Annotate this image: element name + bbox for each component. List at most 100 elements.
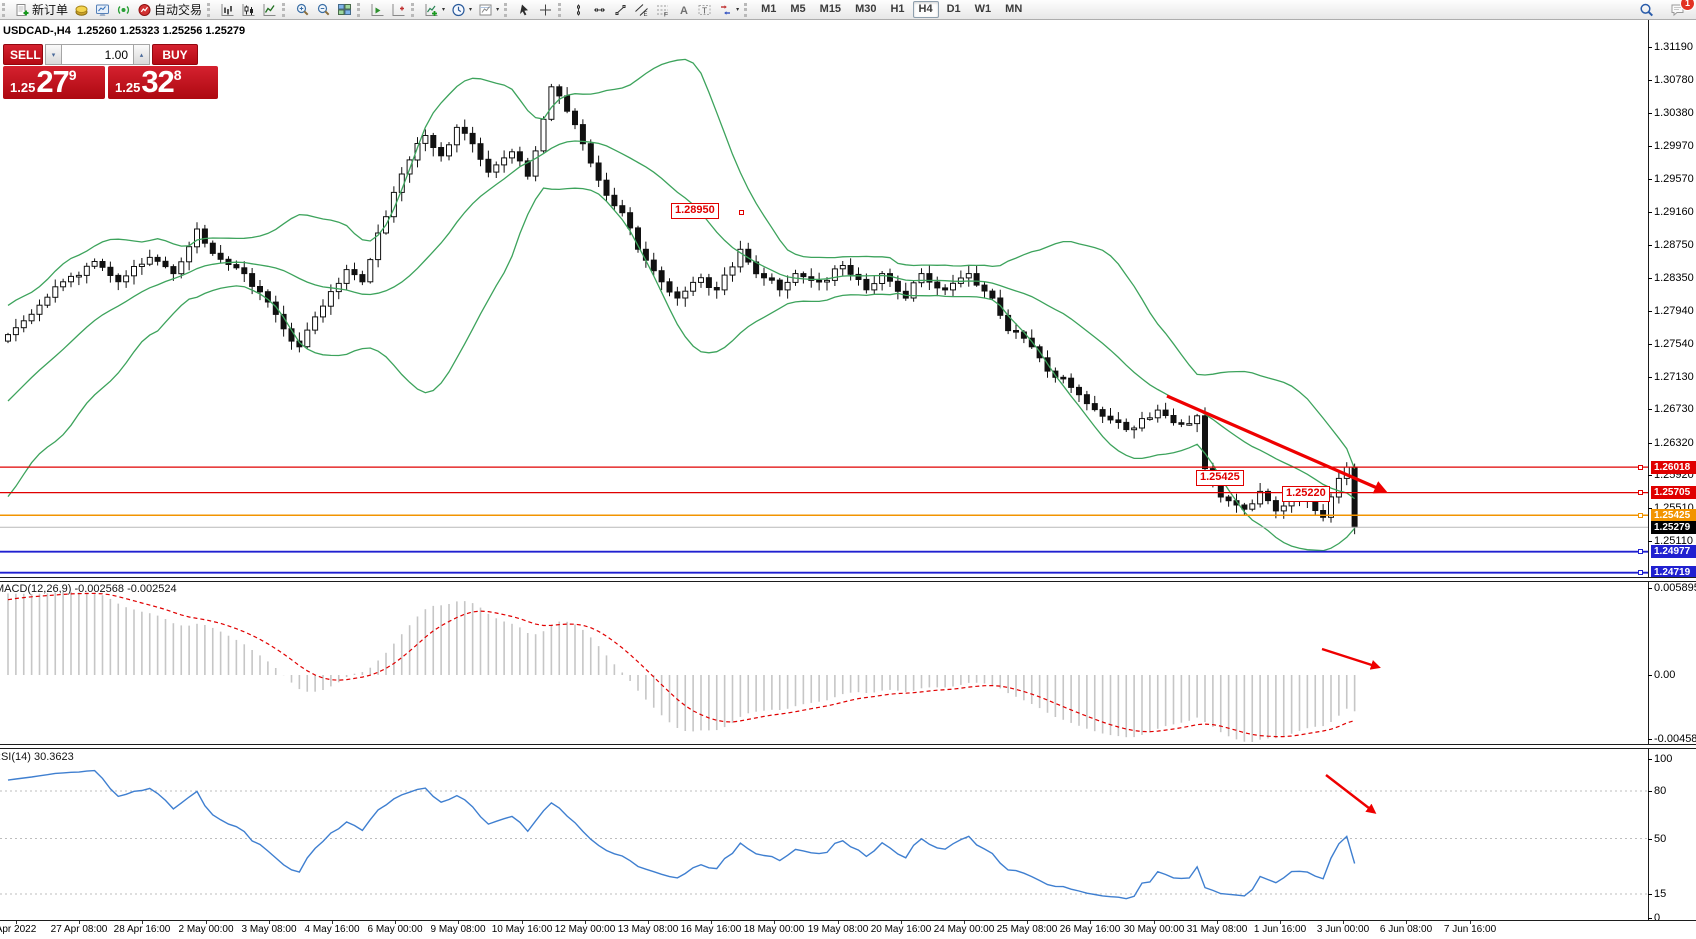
- date-label: 10 May 16:00: [492, 924, 553, 935]
- arrows-button[interactable]: ▾: [715, 0, 742, 19]
- toolbar-group-grip: [744, 3, 750, 17]
- vertical-line-button[interactable]: [568, 0, 589, 19]
- macd-indicator-label: MACD(12,26,9) -0.002568 -0.002524: [0, 583, 177, 595]
- timeframe-h4[interactable]: H4: [913, 1, 939, 18]
- price-axis-tick: [1648, 146, 1652, 147]
- text-button[interactable]: A: [673, 0, 694, 19]
- price-axis-tick: [1648, 475, 1652, 476]
- price-tick-label: 1.25110: [1654, 535, 1693, 547]
- buy-price-box[interactable]: 1.25 32 8: [108, 66, 218, 99]
- line-anchor-handle: [1638, 490, 1643, 495]
- zoom-in-button[interactable]: [292, 0, 313, 19]
- coin-button[interactable]: [71, 0, 92, 19]
- bar-chart-button[interactable]: [217, 0, 238, 19]
- panel-splitter-main-macd[interactable]: [0, 577, 1696, 582]
- svg-text:A: A: [680, 5, 688, 17]
- toolbar-group-grip: [282, 3, 288, 17]
- equidistant-channel-button[interactable]: E: [631, 0, 652, 19]
- volume-decrease-button[interactable]: ▾: [45, 44, 62, 65]
- timeframe-m15[interactable]: M15: [814, 1, 847, 18]
- line-chart-button[interactable]: [259, 0, 280, 19]
- dropdown-arrow-icon: ▾: [496, 6, 499, 13]
- sell-button[interactable]: SELL: [3, 44, 43, 65]
- line-anchor-handle: [1638, 513, 1643, 518]
- timeframe-m5[interactable]: M5: [784, 1, 811, 18]
- crosshair-button[interactable]: [535, 0, 556, 19]
- auto-trading-button[interactable]: 自动交易: [134, 0, 205, 19]
- rsi-axis-tick: [1648, 759, 1652, 760]
- price-axis-tick: [1648, 409, 1652, 410]
- timeframe-m30[interactable]: M30: [849, 1, 882, 18]
- date-label: 2 May 00:00: [178, 924, 233, 935]
- periods-button[interactable]: ▾: [448, 0, 475, 19]
- date-label: 16 May 16:00: [681, 924, 742, 935]
- svg-text:T: T: [702, 5, 707, 15]
- timeframe-d1[interactable]: D1: [941, 1, 967, 18]
- price-callout: 1.25220: [1282, 486, 1330, 502]
- cursor-icon: [517, 3, 532, 17]
- price-tag-1-25279: 1.25279: [1651, 521, 1696, 534]
- price-axis-tick: [1648, 443, 1652, 444]
- price-tick-label: 1.29570: [1654, 173, 1694, 185]
- timeframe-h1[interactable]: H1: [884, 1, 910, 18]
- date-label: 6 Jun 08:00: [1380, 924, 1432, 935]
- up-arrow-icon: ▴: [140, 52, 144, 59]
- annotation-arrow-macd: [1322, 649, 1378, 667]
- rsi-axis-tick: [1648, 791, 1652, 792]
- timeframe-mn[interactable]: MN: [999, 1, 1028, 18]
- date-label: 31 May 08:00: [1187, 924, 1248, 935]
- cursor-button[interactable]: [514, 0, 535, 19]
- zoom-out-icon: [316, 3, 331, 17]
- market-watch-button[interactable]: [92, 0, 113, 19]
- trade-panel-row-top: SELL ▾ ▴ BUY: [3, 44, 219, 65]
- crosshair-icon: [538, 3, 553, 17]
- mt4-terminal-window: 新订单自动交易▾▾▾EFAT▾M1M5M15M30H1H4D1W1MN1 USD…: [0, 0, 1696, 939]
- price-axis-tick: [1648, 47, 1652, 48]
- signals-button[interactable]: [113, 0, 134, 19]
- sell-price-box[interactable]: 1.25 27 9: [3, 66, 105, 99]
- date-label: 3 May 08:00: [241, 924, 296, 935]
- date-label: 24 May 00:00: [934, 924, 995, 935]
- date-label: 25 May 08:00: [997, 924, 1058, 935]
- macd-tick-label: 0.005895: [1654, 582, 1696, 594]
- annotation-arrow-main: [1167, 396, 1384, 491]
- channel-icon: E: [634, 3, 649, 17]
- panel-splitter-macd-rsi[interactable]: [0, 744, 1696, 749]
- chart-shift-button[interactable]: [388, 0, 409, 19]
- templates-icon: [478, 3, 493, 17]
- buy-button[interactable]: BUY: [152, 44, 198, 65]
- new-order-button[interactable]: 新订单: [12, 0, 71, 19]
- volume-input[interactable]: [62, 44, 133, 65]
- horizontal-line-button[interactable]: [589, 0, 610, 19]
- price-tag-1-26018: 1.26018: [1651, 461, 1696, 474]
- price-axis-tick: [1648, 508, 1652, 509]
- notifications-button[interactable]: 1: [1667, 0, 1688, 19]
- fibonacci-button[interactable]: F: [652, 0, 673, 19]
- autotrade-icon: [137, 3, 152, 17]
- price-axis-tick: [1648, 245, 1652, 246]
- price-tick-label: 1.29970: [1654, 140, 1694, 152]
- one-click-trading-panel: SELL ▾ ▴ BUY 1.25 27 9 1.25 32 8: [3, 44, 219, 99]
- candle-chart-button[interactable]: [238, 0, 259, 19]
- candle-chart-icon: [241, 3, 256, 17]
- label-icon: T: [697, 3, 712, 17]
- date-label: 1 Jun 16:00: [1254, 924, 1306, 935]
- price-axis-tick: [1648, 212, 1652, 213]
- tile-windows-button[interactable]: [334, 0, 355, 19]
- notification-badge: 1: [1680, 0, 1695, 11]
- timeframe-w1[interactable]: W1: [969, 1, 998, 18]
- volume-increase-button[interactable]: ▴: [133, 44, 150, 65]
- templates-button[interactable]: ▾: [475, 0, 502, 19]
- rsi-tick-label: 100: [1654, 753, 1672, 765]
- indicators-button[interactable]: ▾: [421, 0, 448, 19]
- price-tick-label: 1.26320: [1654, 437, 1694, 449]
- date-label: 3 Jun 00:00: [1317, 924, 1369, 935]
- price-tag-1-24977: 1.24977: [1651, 545, 1696, 558]
- trendline-button[interactable]: [610, 0, 631, 19]
- price-tick-label: 1.28350: [1654, 272, 1694, 284]
- timeframe-m1[interactable]: M1: [755, 1, 782, 18]
- zoom-out-button[interactable]: [313, 0, 334, 19]
- search-button[interactable]: [1636, 0, 1657, 19]
- auto-scroll-button[interactable]: [367, 0, 388, 19]
- text-label-button[interactable]: T: [694, 0, 715, 19]
